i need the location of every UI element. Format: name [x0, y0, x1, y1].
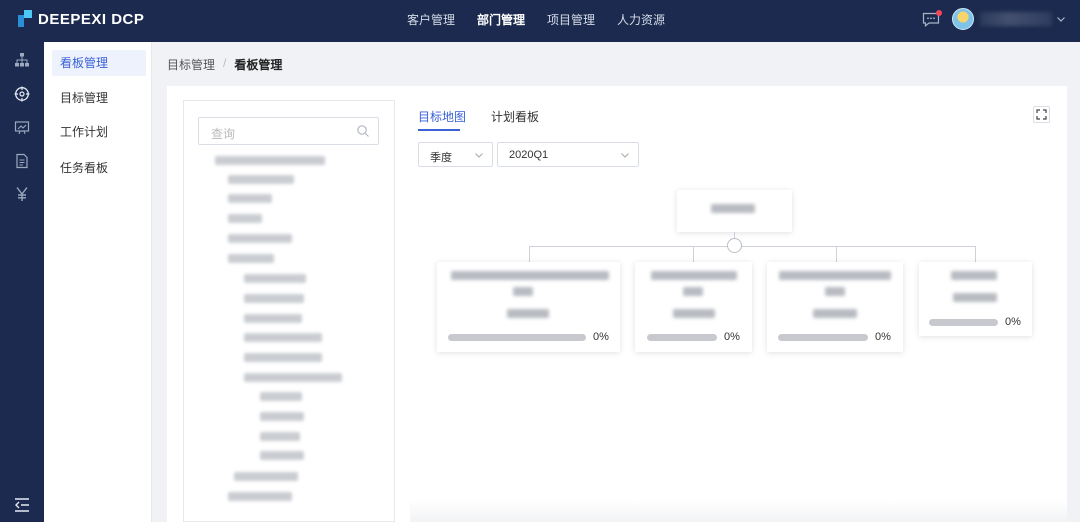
sub-sidebar: 看板管理 目标管理 工作计划 任务看板	[44, 42, 152, 522]
tree-node[interactable]	[228, 492, 292, 501]
tab-goal-map[interactable]: 目标地图	[418, 108, 466, 125]
goal-title-redacted	[779, 271, 891, 280]
goal-owner-redacted	[507, 309, 549, 318]
search-input[interactable]: 查询	[198, 117, 379, 145]
goal-card[interactable]: 0%	[767, 262, 903, 352]
goal-card[interactable]: 0%	[437, 262, 620, 352]
tree-node[interactable]	[244, 314, 302, 323]
avatar[interactable]	[952, 8, 974, 30]
goal-owner-redacted	[953, 293, 997, 302]
tree-node[interactable]	[260, 451, 304, 460]
tree-node[interactable]	[260, 432, 300, 441]
app-logo[interactable]: DEEPEXI DCP	[18, 10, 144, 28]
active-tab-indicator	[418, 129, 460, 131]
document-icon[interactable]	[13, 152, 31, 170]
goal-title-redacted	[513, 287, 533, 296]
sidebar-item-work-plan[interactable]: 工作计划	[52, 119, 146, 145]
search-placeholder: 查询	[211, 127, 236, 141]
tree-node[interactable]	[244, 353, 322, 362]
progress-label: 0%	[724, 331, 740, 343]
tree-node[interactable]	[244, 373, 342, 382]
tab-plan-board[interactable]: 计划看板	[491, 108, 539, 125]
goal-title-redacted	[683, 287, 703, 296]
connector-line	[975, 246, 976, 262]
fullscreen-icon	[1036, 109, 1047, 120]
nav-item-hr[interactable]: 人力资源	[617, 0, 665, 42]
sidebar-item-board-management[interactable]: 看板管理	[52, 50, 146, 76]
tree-node[interactable]	[228, 194, 272, 203]
period-value: 2020Q1	[509, 149, 549, 161]
fullscreen-button[interactable]	[1033, 106, 1050, 123]
nav-item-departments[interactable]: 部门管理	[477, 0, 525, 42]
top-bar: DEEPEXI DCP 客户管理 部门管理 项目管理 人力资源	[0, 0, 1080, 42]
tree-node[interactable]	[234, 472, 298, 481]
goal-owner-redacted	[813, 309, 857, 318]
tree-node[interactable]	[228, 234, 292, 243]
goal-card[interactable]: 0%	[635, 262, 752, 352]
breadcrumb-separator: /	[223, 56, 227, 70]
goal-title-redacted	[451, 271, 609, 280]
progress-label: 0%	[875, 331, 891, 343]
tree-node[interactable]	[228, 175, 294, 184]
bottom-fade	[410, 500, 1067, 522]
progress-label: 0%	[593, 331, 609, 343]
period-type-select[interactable]: 季度	[418, 142, 493, 167]
logo-text: DEEPEXI DCP	[38, 10, 145, 28]
root-goal-title-redacted	[711, 204, 755, 213]
breadcrumb-parent[interactable]: 目标管理	[167, 56, 215, 73]
chevron-down-icon[interactable]	[1056, 14, 1066, 24]
tree-node[interactable]	[244, 294, 304, 303]
goal-title-redacted	[951, 271, 997, 280]
board-icon[interactable]	[13, 119, 31, 137]
progress-bar	[778, 334, 868, 341]
goal-owner-redacted	[673, 309, 715, 318]
top-nav: 客户管理 部门管理 项目管理 人力资源	[396, 0, 676, 42]
icon-sidebar	[0, 42, 44, 522]
progress-bar	[929, 319, 998, 326]
expand-node-button[interactable]	[727, 238, 742, 253]
tree-node[interactable]	[228, 254, 274, 263]
period-type-value: 季度	[430, 152, 452, 164]
progress-bar	[448, 334, 586, 341]
target-icon[interactable]	[13, 85, 31, 103]
tree-node[interactable]	[244, 274, 306, 283]
chevron-down-icon	[621, 153, 629, 158]
tree-node[interactable]	[215, 156, 325, 165]
goal-title-redacted	[651, 271, 737, 280]
root-goal-card[interactable]	[677, 190, 792, 232]
notification-dot	[936, 10, 942, 16]
logo-icon	[18, 10, 32, 28]
connector-line	[836, 246, 837, 262]
goal-card[interactable]: 0%	[919, 262, 1032, 336]
user-name-redacted[interactable]	[980, 12, 1052, 26]
collapse-menu-icon[interactable]	[13, 497, 31, 513]
breadcrumb-current: 看板管理	[234, 58, 283, 72]
connector-line	[529, 246, 976, 247]
nav-item-projects[interactable]: 项目管理	[547, 0, 595, 42]
progress-label: 0%	[1005, 316, 1021, 328]
tree-node[interactable]	[260, 392, 302, 401]
tree-node[interactable]	[228, 214, 262, 223]
connector-line	[693, 246, 694, 262]
progress-bar	[647, 334, 717, 341]
tree-node[interactable]	[244, 333, 322, 342]
sidebar-item-goal-management[interactable]: 目标管理	[52, 85, 146, 111]
nav-item-customers[interactable]: 客户管理	[407, 0, 455, 42]
chevron-down-icon	[475, 153, 483, 158]
search-icon[interactable]	[356, 124, 370, 138]
yen-icon[interactable]	[13, 185, 31, 203]
breadcrumb: 目标管理 / 看板管理	[167, 56, 282, 73]
connector-line	[529, 246, 530, 262]
org-tree-icon[interactable]	[13, 51, 31, 69]
goal-title-redacted	[825, 287, 845, 296]
period-select[interactable]: 2020Q1	[497, 142, 639, 167]
sidebar-item-task-board[interactable]: 任务看板	[52, 155, 146, 181]
tree-node[interactable]	[260, 412, 304, 421]
